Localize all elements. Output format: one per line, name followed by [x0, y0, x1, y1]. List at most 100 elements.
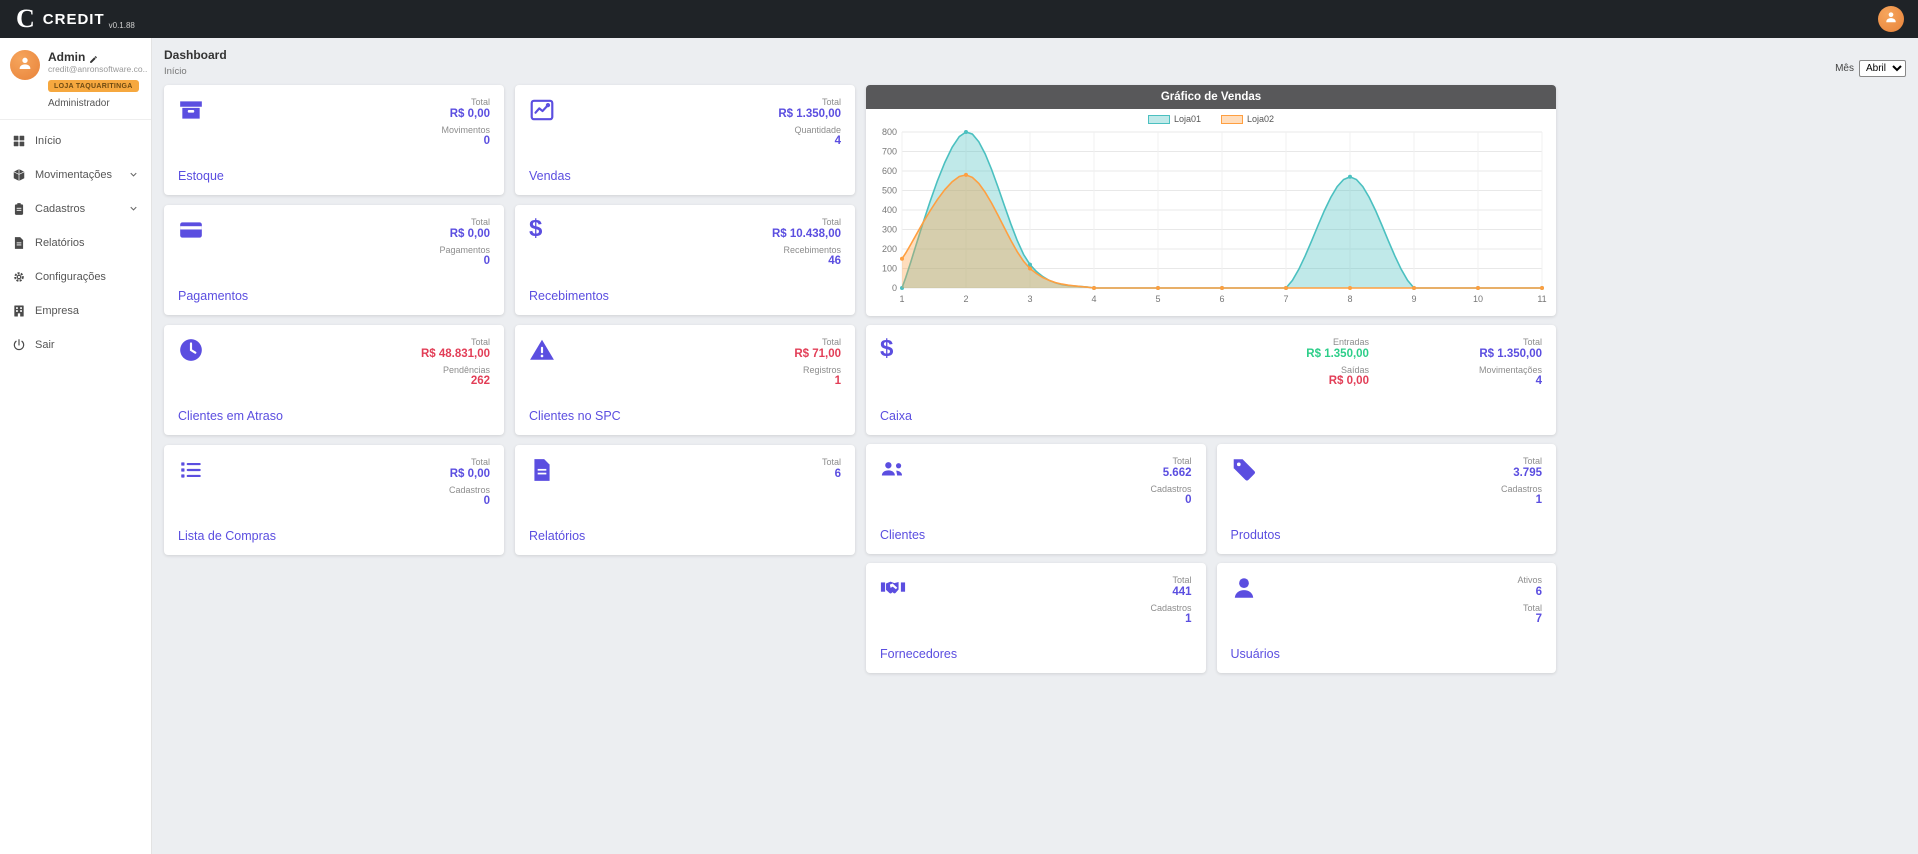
svg-text:2: 2 — [963, 294, 968, 304]
sidebar-item-inicio[interactable]: Início — [0, 124, 151, 158]
sidebar: Admin credit@anronsoftware.co... LOJA TA… — [0, 38, 152, 854]
sidebar-menu: Início Movimentações Cadastros — [0, 120, 151, 366]
card-title: Clientes — [880, 528, 925, 542]
card-produtos[interactable]: Produtos Total 3.795 Cadastros 1 — [1217, 444, 1557, 554]
stat-value: 4 — [778, 135, 841, 149]
stat-value: 441 — [1150, 586, 1191, 600]
chevron-down-icon — [128, 169, 139, 180]
card-pagamentos[interactable]: Pagamentos Total R$ 0,00 Pagamentos 0 — [164, 205, 504, 315]
archive-box-icon — [178, 97, 224, 123]
stat-value: 6 — [822, 468, 841, 482]
stat-value: 0 — [1150, 494, 1191, 508]
stat-label: Total — [1150, 456, 1191, 467]
sidebar-item-cadastros[interactable]: Cadastros — [0, 192, 151, 226]
card-vendas[interactable]: Vendas Total R$ 1.350,00 Quantidade 4 — [515, 85, 855, 195]
clock-icon — [178, 337, 283, 363]
app-header: C CREDIT v0.1.88 — [0, 0, 1918, 38]
stat-label: Total — [822, 457, 841, 468]
svg-text:400: 400 — [882, 205, 897, 215]
card-lista-de-compras[interactable]: Lista de Compras Total R$ 0,00 Cadastros… — [164, 445, 504, 555]
card-recebimentos[interactable]: $ Recebimentos Total R$ 10.438,00 Recebi… — [515, 205, 855, 315]
card-title: Recebimentos — [529, 289, 609, 303]
sidebar-item-label: Configurações — [35, 271, 106, 283]
document-icon — [529, 457, 585, 483]
svg-text:4: 4 — [1091, 294, 1096, 304]
handshake-icon — [880, 575, 957, 601]
sidebar-item-empresa[interactable]: Empresa — [0, 294, 151, 328]
svg-text:200: 200 — [882, 244, 897, 254]
user-avatar[interactable] — [1878, 6, 1904, 32]
stat-value: 3.795 — [1501, 467, 1542, 481]
card-usuarios[interactable]: Usuários Ativos 6 Total 7 — [1217, 563, 1557, 673]
sidebar-item-sair[interactable]: Sair — [0, 328, 151, 362]
card-relatorios[interactable]: Relatórios Total 6 — [515, 445, 855, 555]
stat-label: Total — [439, 217, 490, 228]
stat-value: R$ 10.438,00 — [772, 228, 841, 242]
chart-line-icon — [529, 97, 571, 123]
svg-text:300: 300 — [882, 225, 897, 235]
stat-label: Total — [1517, 603, 1542, 614]
stat-value: R$ 1.350,00 — [1306, 348, 1369, 362]
stat-value: 0 — [439, 255, 490, 269]
svg-text:800: 800 — [882, 127, 897, 137]
stat-value: R$ 0,00 — [439, 228, 490, 242]
svg-text:600: 600 — [882, 166, 897, 176]
legend-swatch — [1148, 115, 1170, 124]
card-title: Produtos — [1231, 528, 1281, 542]
profile-avatar[interactable] — [10, 50, 40, 80]
card-clientes-em-atraso[interactable]: Clientes em Atraso Total R$ 48.831,00 Pe… — [164, 325, 504, 435]
stat-label: Total — [778, 97, 841, 108]
card-title: Fornecedores — [880, 647, 957, 661]
legend-swatch — [1221, 115, 1243, 124]
sidebar-item-label: Início — [35, 135, 61, 147]
card-caixa[interactable]: $ Caixa Entradas R$ 1.350,00 Saídas R$ 0… — [866, 325, 1556, 435]
svg-text:7: 7 — [1283, 294, 1288, 304]
sidebar-item-movimentacoes[interactable]: Movimentações — [0, 158, 151, 192]
svg-text:700: 700 — [882, 147, 897, 157]
stat-label: Pendências — [421, 365, 490, 376]
legend-item-loja02[interactable]: Loja02 — [1221, 114, 1274, 124]
legend-item-loja01[interactable]: Loja01 — [1148, 114, 1201, 124]
dollar-icon: $ — [880, 337, 912, 361]
stat-label: Total — [772, 217, 841, 228]
stat-value: R$ 48.831,00 — [421, 348, 490, 362]
sidebar-item-relatorios[interactable]: Relatórios — [0, 226, 151, 260]
store-badge: LOJA TAQUARITINGA — [48, 80, 139, 92]
stat-label: Quantidade — [778, 125, 841, 136]
legend-label: Loja01 — [1174, 114, 1201, 124]
app-version: v0.1.88 — [109, 21, 135, 38]
month-select[interactable]: Abril — [1859, 60, 1906, 77]
stat-label: Cadastros — [1150, 484, 1191, 495]
grid-icon — [12, 134, 26, 148]
app-logo: C — [16, 4, 35, 34]
sidebar-item-label: Cadastros — [35, 203, 85, 215]
edit-profile-icon[interactable] — [89, 53, 98, 62]
card-clientes-no-spc[interactable]: Clientes no SPC Total R$ 71,00 Registros… — [515, 325, 855, 435]
chart-title: Gráfico de Vendas — [866, 85, 1556, 109]
stat-value: 1 — [1150, 613, 1191, 627]
svg-text:11: 11 — [1537, 294, 1546, 304]
list-icon — [178, 457, 276, 483]
box-icon — [12, 168, 26, 182]
card-estoque[interactable]: Estoque Total R$ 0,00 Movimentos 0 — [164, 85, 504, 195]
stat-label: Pagamentos — [439, 245, 490, 256]
svg-text:100: 100 — [882, 264, 897, 274]
dollar-icon: $ — [529, 217, 609, 241]
stat-label: Ativos — [1517, 575, 1542, 586]
sidebar-item-configuracoes[interactable]: Configurações — [0, 260, 151, 294]
stat-label: Total — [441, 97, 490, 108]
card-title: Caixa — [880, 409, 912, 423]
svg-text:500: 500 — [882, 186, 897, 196]
stat-value: 0 — [449, 495, 490, 509]
sidebar-item-label: Sair — [35, 339, 55, 351]
clipboard-icon — [12, 202, 26, 216]
card-title: Pagamentos — [178, 289, 248, 303]
card-clientes[interactable]: Clientes Total 5.662 Cadastros 0 — [866, 444, 1206, 554]
profile-email: credit@anronsoftware.co... — [48, 64, 148, 74]
user-icon — [1231, 575, 1280, 601]
users-icon — [880, 456, 925, 482]
sidebar-item-label: Movimentações — [35, 169, 112, 181]
main-content: Dashboard Início Mês Abril Estoque — [152, 38, 1918, 854]
card-fornecedores[interactable]: Fornecedores Total 441 Cadastros 1 — [866, 563, 1206, 673]
stat-label: Movimentos — [441, 125, 490, 136]
